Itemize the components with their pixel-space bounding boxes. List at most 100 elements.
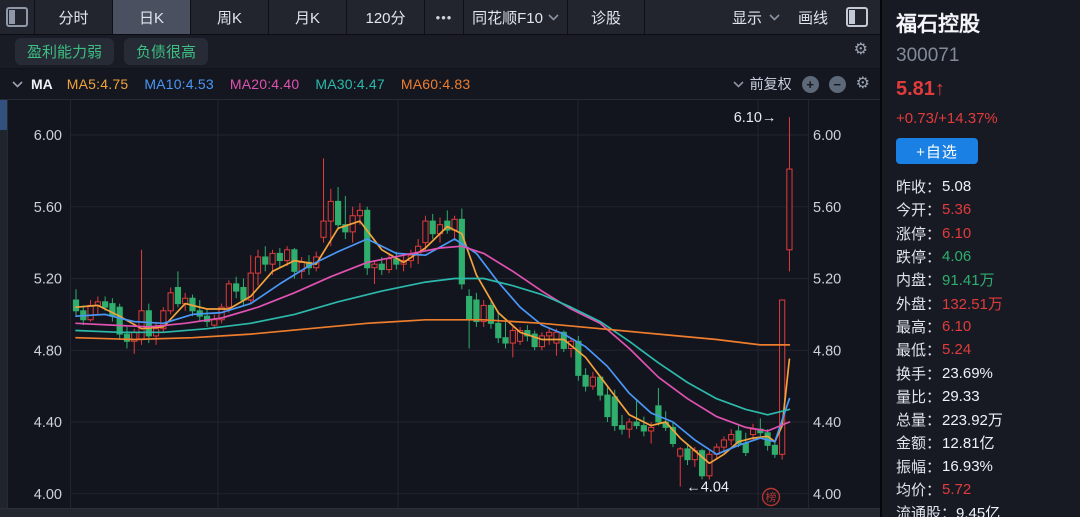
stat-label: 跌停： bbox=[896, 246, 942, 267]
rank-stamp-text: 榜 bbox=[766, 490, 777, 504]
y-tick-right: 4.00 bbox=[813, 487, 841, 503]
draw-line-label: 画线 bbox=[798, 7, 828, 28]
stat-value: 6.10 bbox=[942, 225, 971, 242]
tab-120分[interactable]: 120分 bbox=[346, 0, 424, 34]
ma-indicator-row: MA MA5:4.75MA10:4.53MA20:4.40MA30:4.47MA… bbox=[0, 69, 880, 100]
y-tick-right: 4.80 bbox=[813, 343, 841, 359]
stat-label: 均价： bbox=[896, 479, 942, 500]
adjust-mode-dropdown[interactable]: 前复权 bbox=[733, 74, 792, 94]
stat-row-均价: 均价：5.72 bbox=[896, 478, 1074, 501]
y-tick-left: 4.80 bbox=[34, 343, 62, 359]
panel-right-toggle-button[interactable] bbox=[846, 7, 868, 27]
kline-chart-canvas[interactable]: 6.006.005.605.605.205.204.804.804.404.40… bbox=[0, 100, 880, 508]
tab-月K[interactable]: 月K bbox=[268, 0, 346, 34]
panel-left-icon bbox=[6, 7, 28, 27]
stat-value: 23.69% bbox=[942, 365, 993, 382]
left-pane-handle-highlight bbox=[0, 100, 7, 130]
ma-line-MA5 bbox=[76, 221, 789, 463]
tab-label: 月K bbox=[295, 7, 320, 28]
ma-legend-item: MA5:4.75 bbox=[67, 76, 129, 92]
chevron-down-icon bbox=[769, 14, 780, 21]
stat-value: 5.72 bbox=[942, 481, 971, 498]
stat-value: 4.06 bbox=[942, 248, 971, 265]
stat-value: 6.10 bbox=[942, 318, 971, 335]
stat-row-昨收: 昨收：5.08 bbox=[896, 175, 1074, 198]
kline-chart-area[interactable]: 6.006.005.605.605.205.204.804.804.404.40… bbox=[0, 100, 880, 508]
stat-label: 最低： bbox=[896, 339, 942, 360]
current-price: 5.81↑ bbox=[896, 78, 1074, 101]
tab-周K[interactable]: 周K bbox=[190, 0, 268, 34]
stat-row-外盘: 外盘：132.51万 bbox=[896, 291, 1074, 314]
tags-group: 盈利能力弱负债很高 bbox=[15, 38, 208, 65]
y-tick-left: 4.40 bbox=[34, 415, 62, 431]
display-dropdown[interactable]: 显示 bbox=[732, 7, 780, 28]
price-annotation: 6.10→ bbox=[734, 110, 777, 126]
ma-legend-item: MA10:4.53 bbox=[144, 76, 214, 92]
quote-stats-list: 昨收：5.08今开：5.36涨停：6.10跌停：4.06内盘：91.41万外盘：… bbox=[896, 175, 1074, 517]
stat-row-跌停: 跌停：4.06 bbox=[896, 245, 1074, 268]
stat-value: 12.81亿 bbox=[942, 432, 995, 453]
stat-value: 5.36 bbox=[942, 201, 971, 218]
period-tabs: 分时 日K 周K 月K 120分 ••• 同花顺F10诊股 bbox=[34, 0, 645, 34]
left-pane-handle[interactable] bbox=[0, 100, 8, 508]
panel-right-icon bbox=[846, 7, 868, 27]
y-tick-left: 6.00 bbox=[34, 128, 62, 144]
stock-name: 福石控股 bbox=[896, 8, 1074, 38]
stat-row-量比: 量比：29.33 bbox=[896, 385, 1074, 408]
diagnosis-tag[interactable]: 盈利能力弱 bbox=[15, 38, 114, 65]
stat-label: 昨收： bbox=[896, 176, 942, 197]
stat-label: 内盘： bbox=[896, 269, 942, 290]
stat-row-振幅: 振幅：16.93% bbox=[896, 455, 1074, 478]
ma-legend-item: MA20:4.40 bbox=[230, 76, 300, 92]
stat-row-总量: 总量：223.92万 bbox=[896, 408, 1074, 431]
stat-value: 29.33 bbox=[942, 388, 980, 405]
stat-value: 9.45亿 bbox=[956, 502, 1000, 517]
zoom-in-button[interactable]: + bbox=[802, 76, 819, 93]
stat-label: 涨停： bbox=[896, 223, 942, 244]
stat-row-最低: 最低：5.24 bbox=[896, 338, 1074, 361]
y-tick-left: 5.20 bbox=[34, 272, 62, 288]
tab-诊股[interactable]: 诊股 bbox=[567, 0, 645, 34]
display-label: 显示 bbox=[732, 7, 762, 28]
price-change: +0.73/+14.37% bbox=[896, 110, 1074, 127]
stat-label: 外盘： bbox=[896, 293, 942, 314]
stat-row-内盘: 内盘：91.41万 bbox=[896, 268, 1074, 291]
diagnosis-tags-row: 盈利能力弱负债很高 ⚙ bbox=[0, 35, 880, 69]
horizontal-scrollbar[interactable] bbox=[0, 508, 880, 517]
stat-row-涨停: 涨停：6.10 bbox=[896, 222, 1074, 245]
stat-row-换手: 换手：23.69% bbox=[896, 361, 1074, 384]
tab-label: 分时 bbox=[58, 7, 88, 28]
stat-label: 换手： bbox=[896, 363, 942, 384]
add-favorite-button[interactable]: +自选 bbox=[896, 138, 978, 164]
toolbar-right-group: 显示 画线 bbox=[732, 0, 880, 34]
y-tick-left: 4.00 bbox=[34, 487, 62, 503]
chart-toolbar: 分时 日K 周K 月K 120分 ••• 同花顺F10诊股 显示 画线 bbox=[0, 0, 880, 35]
tab-label: 周K bbox=[217, 7, 242, 28]
zoom-out-button[interactable]: − bbox=[829, 76, 846, 93]
tab-同花顺F10[interactable]: 同花顺F10 bbox=[463, 0, 567, 34]
tab-label: ••• bbox=[436, 10, 453, 25]
ma-collapse-chevron-icon[interactable] bbox=[12, 81, 23, 88]
ma-legend-item: MA30:4.47 bbox=[315, 76, 385, 92]
stat-label: 量比： bbox=[896, 386, 942, 407]
stock-app-window: 分时 日K 周K 月K 120分 ••• 同花顺F10诊股 显示 画线 盈利能力弱负债很高 … bbox=[0, 0, 1080, 517]
settings-gear-icon[interactable]: ⚙ bbox=[854, 42, 868, 58]
stock-code: 300071 bbox=[896, 45, 1074, 67]
y-tick-right: 6.00 bbox=[813, 128, 841, 144]
indicator-settings-gear-icon[interactable]: ⚙ bbox=[856, 76, 870, 92]
tab-label: 日K bbox=[139, 7, 164, 28]
stat-value: 5.08 bbox=[942, 178, 971, 195]
tab-分时[interactable]: 分时 bbox=[34, 0, 112, 34]
stat-row-最高: 最高：6.10 bbox=[896, 315, 1074, 338]
stat-row-金额: 金额：12.81亿 bbox=[896, 431, 1074, 454]
stat-value: 223.92万 bbox=[942, 409, 1003, 430]
ma-legend-item: MA60:4.83 bbox=[401, 76, 471, 92]
diagnosis-tag[interactable]: 负债很高 bbox=[124, 38, 208, 65]
tab-more[interactable]: ••• bbox=[424, 0, 463, 34]
draw-line-button[interactable]: 画线 bbox=[798, 7, 828, 28]
stat-label: 最高： bbox=[896, 316, 942, 337]
stat-label: 振幅： bbox=[896, 456, 942, 477]
stat-row-今开: 今开：5.36 bbox=[896, 198, 1074, 221]
panel-left-toggle-button[interactable] bbox=[0, 0, 34, 34]
tab-日K[interactable]: 日K bbox=[112, 0, 190, 34]
